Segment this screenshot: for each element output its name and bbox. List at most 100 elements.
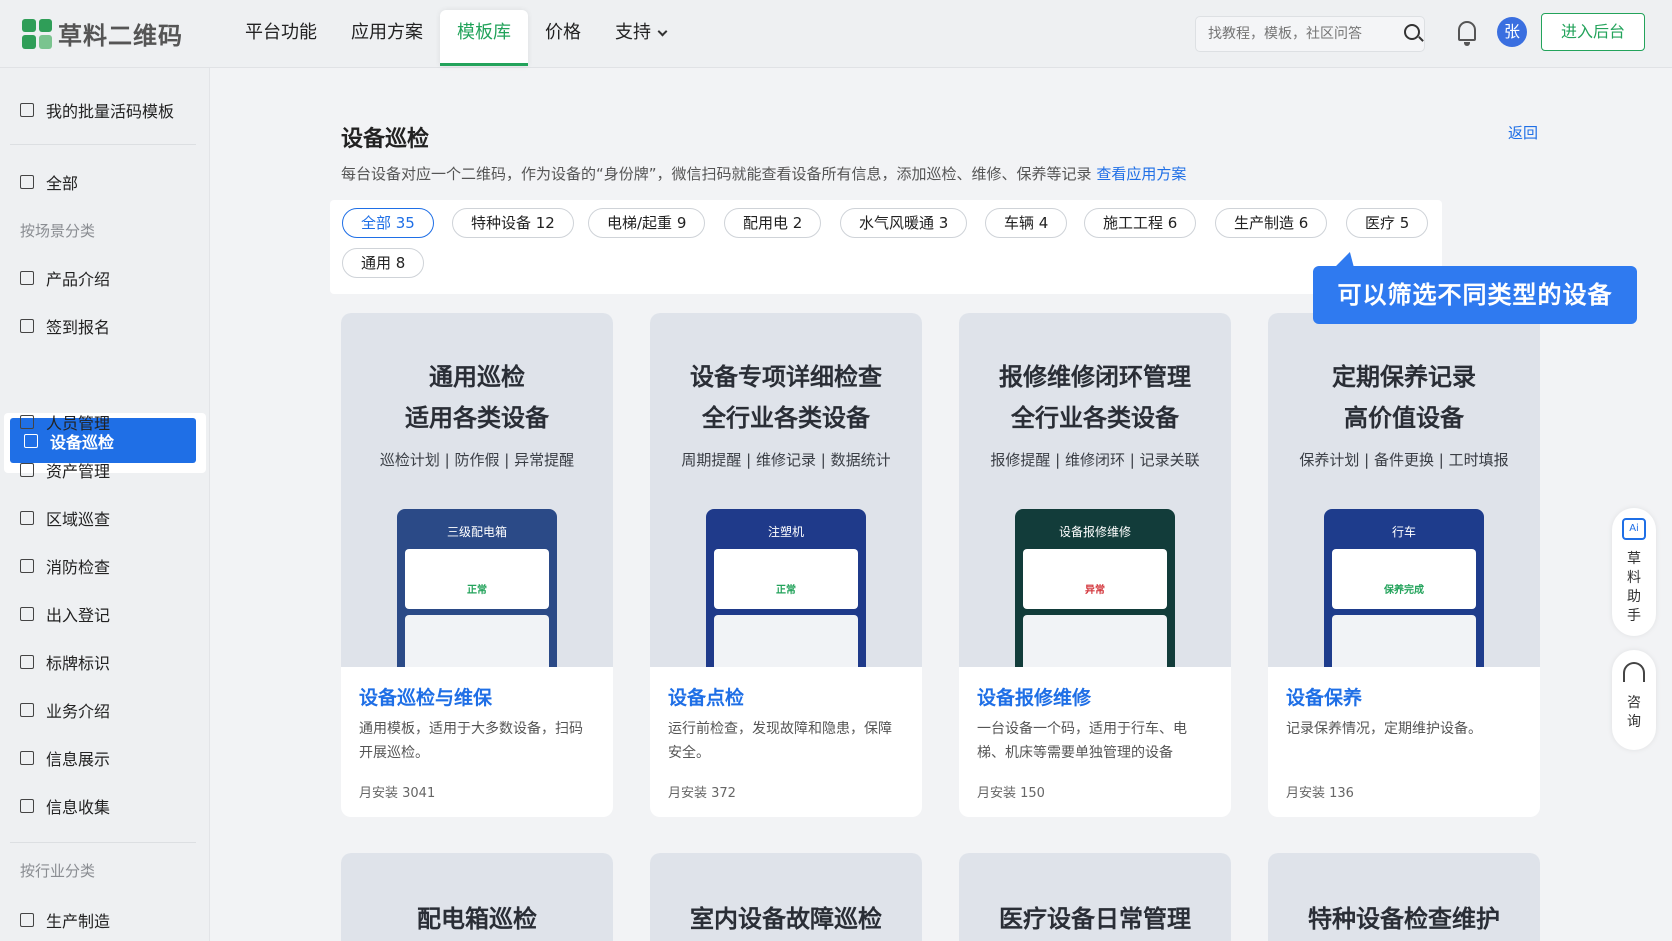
view-solution-link[interactable]: 查看应用方案 bbox=[1096, 165, 1186, 183]
filter-chip-construction[interactable]: 施工工程 6 bbox=[1084, 208, 1197, 238]
filter-chip-general[interactable]: 通用 8 bbox=[342, 248, 425, 278]
ai-assistant-label: 草料助手 bbox=[1627, 551, 1641, 624]
card-headline: 医疗设备日常管理 bbox=[999, 905, 1191, 933]
fire-icon bbox=[20, 559, 34, 573]
phone-panel bbox=[1023, 615, 1167, 667]
phone-title: 设备报修维修 bbox=[1058, 525, 1131, 539]
sidebar-item-product[interactable]: 产品介绍 bbox=[20, 266, 110, 290]
card-title: 设备点检 bbox=[668, 687, 745, 709]
sidebar-item-label: 签到报名 bbox=[46, 318, 111, 337]
sidebar-item-label: 区域巡查 bbox=[46, 510, 111, 529]
consult-label: 咨询 bbox=[1627, 695, 1641, 730]
card-headline-2: 全行业各类设备 bbox=[1011, 404, 1179, 432]
page-title: 设备巡检 bbox=[341, 127, 430, 152]
filter-chip-manufacturing[interactable]: 生产制造 6 bbox=[1215, 208, 1328, 238]
template-card[interactable]: 设备专项详细检查 全行业各类设备 周期提醒 | 维修记录 | 数据统计 注塑机 正… bbox=[650, 313, 922, 817]
avatar[interactable]: 张 bbox=[1497, 17, 1527, 47]
template-card[interactable]: 定期保养记录 高价值设备 保养计划 | 备件更换 | 工时填报 行车 保养完成 设… bbox=[1268, 313, 1540, 817]
search-icon[interactable] bbox=[1404, 24, 1420, 40]
sidebar-item-label: 我的批量活码模板 bbox=[46, 102, 175, 121]
sidebar-item-people[interactable]: 人员管理 bbox=[20, 410, 110, 434]
card-headline: 设备专项详细检查 全行业各类设备 bbox=[650, 357, 922, 439]
template-card[interactable]: 医疗设备日常管理 bbox=[959, 853, 1231, 941]
tag-icon bbox=[20, 655, 34, 669]
phone-panel: 异常 bbox=[1023, 549, 1167, 609]
filter-chip-hvac[interactable]: 水气风暖通 3 bbox=[840, 208, 968, 238]
ai-assistant-button[interactable]: Ai 草料助手 bbox=[1612, 508, 1656, 636]
sidebar-item-assets[interactable]: 资产管理 bbox=[20, 458, 110, 482]
filter-chip-all[interactable]: 全部 35 bbox=[342, 208, 434, 238]
template-card[interactable]: 通用巡检 适用各类设备 巡检计划 | 防作假 | 异常提醒 三级配电箱 正常 设备… bbox=[341, 313, 613, 817]
sidebar-item-label: 全部 bbox=[46, 174, 79, 193]
nav-support[interactable]: 支持 bbox=[598, 10, 683, 66]
sidebar-item-entry[interactable]: 出入登记 bbox=[20, 602, 110, 626]
card-headline-2: 全行业各类设备 bbox=[702, 404, 870, 432]
template-card[interactable]: 室内设备故障巡检 bbox=[650, 853, 922, 941]
nav-templates[interactable]: 模板库 bbox=[440, 10, 528, 66]
person-icon bbox=[20, 415, 34, 429]
sidebar-item-info-collect[interactable]: 信息收集 bbox=[20, 794, 110, 818]
consult-button[interactable]: 咨询 bbox=[1612, 650, 1656, 750]
sidebar-item-label: 生产制造 bbox=[46, 912, 111, 931]
card-title: 设备报修维修 bbox=[977, 687, 1092, 709]
card-headline-1: 定期保养记录 bbox=[1332, 363, 1476, 391]
sidebar-item-all[interactable]: 全部 bbox=[20, 170, 78, 194]
headset-icon bbox=[1623, 662, 1645, 682]
sidebar-item-label: 信息收集 bbox=[46, 798, 111, 817]
sidebar-item-manufacturing[interactable]: 生产制造 bbox=[20, 908, 110, 932]
sidebar-item-info-display[interactable]: 信息展示 bbox=[20, 746, 110, 770]
phone-panel: 正常 bbox=[714, 549, 858, 609]
display-icon bbox=[20, 751, 34, 765]
sidebar-item-business[interactable]: 业务介绍 bbox=[20, 698, 110, 722]
filter-chip-special[interactable]: 特种设备 12 bbox=[452, 208, 574, 238]
template-card[interactable]: 报修维修闭环管理 全行业各类设备 报修提醒 | 维修闭环 | 记录关联 设备报修维… bbox=[959, 313, 1231, 817]
card-cover: 医疗设备日常管理 bbox=[959, 853, 1231, 941]
phone-panel bbox=[1332, 615, 1476, 667]
card-headline-1: 设备专项详细检查 bbox=[690, 363, 882, 391]
logo[interactable]: 草料二维码 bbox=[22, 16, 183, 51]
phone-status: 保养完成 bbox=[1384, 585, 1424, 596]
search-input[interactable] bbox=[1195, 16, 1425, 52]
filter-chip-medical[interactable]: 医疗 5 bbox=[1346, 208, 1429, 238]
logo-icon bbox=[22, 18, 52, 49]
template-card[interactable]: 特种设备检查维护 bbox=[1268, 853, 1540, 941]
sidebar-item-signup[interactable]: 签到报名 bbox=[20, 314, 110, 338]
filter-chip-power[interactable]: 配用电 2 bbox=[724, 208, 822, 238]
phone-preview: 行车 保养完成 bbox=[1324, 509, 1484, 667]
sidebar-item-signage[interactable]: 标牌标识 bbox=[20, 650, 110, 674]
sidebar-item-fire[interactable]: 消防检查 bbox=[20, 554, 110, 578]
collect-icon bbox=[20, 799, 34, 813]
phone-panel: 保养完成 bbox=[1332, 549, 1476, 609]
card-features: 报修提醒 | 维修闭环 | 记录关联 bbox=[990, 451, 1200, 469]
sidebar-item-area[interactable]: 区域巡查 bbox=[20, 506, 110, 530]
sidebar-group-industry: 按行业分类 bbox=[20, 862, 96, 880]
card-installs: 月安装 136 bbox=[1286, 786, 1354, 801]
edit-icon bbox=[20, 319, 34, 333]
card-headline: 配电箱巡检 bbox=[417, 905, 537, 933]
bell-icon[interactable] bbox=[1458, 21, 1476, 46]
phone-title: 行车 bbox=[1391, 525, 1416, 539]
card-headline-2: 高价值设备 bbox=[1344, 404, 1464, 432]
phone-preview: 注塑机 正常 bbox=[706, 509, 866, 667]
template-card[interactable]: 配电箱巡检 bbox=[341, 853, 613, 941]
filter-chip-elevator[interactable]: 电梯/起重 9 bbox=[588, 208, 706, 238]
filter-panel: 全部 35 特种设备 12 电梯/起重 9 配用电 2 水气风暖通 3 车辆 4… bbox=[330, 200, 1442, 294]
main-nav: 平台功能 应用方案 模板库 价格 支持 bbox=[228, 10, 683, 66]
filter-chip-vehicle[interactable]: 车辆 4 bbox=[985, 208, 1068, 238]
chevron-down-icon bbox=[657, 26, 668, 37]
sidebar-item-my-templates[interactable]: 我的批量活码模板 bbox=[20, 98, 174, 122]
card-headline: 定期保养记录 高价值设备 bbox=[1268, 357, 1540, 439]
card-headline-1: 通用巡检 bbox=[429, 363, 525, 391]
sidebar-item-label: 人员管理 bbox=[46, 414, 111, 433]
briefcase-icon bbox=[20, 703, 34, 717]
sidebar: 我的批量活码模板 全部 按场景分类 产品介绍 签到报名 设备巡检 人员管理 资产… bbox=[0, 68, 210, 941]
enter-dashboard-button[interactable]: 进入后台 bbox=[1541, 13, 1645, 51]
phone-panel: 正常 bbox=[405, 549, 549, 609]
card-cover: 定期保养记录 高价值设备 保养计划 | 备件更换 | 工时填报 行车 保养完成 bbox=[1268, 313, 1540, 667]
back-link[interactable]: 返回 bbox=[1508, 122, 1538, 143]
nav-pricing[interactable]: 价格 bbox=[528, 10, 598, 66]
nav-solutions[interactable]: 应用方案 bbox=[334, 10, 440, 66]
sidebar-item-label: 业务介绍 bbox=[46, 702, 111, 721]
card-description: 运行前检查，发现故障和隐患，保障安全。 bbox=[668, 721, 892, 761]
nav-platform[interactable]: 平台功能 bbox=[228, 10, 334, 66]
